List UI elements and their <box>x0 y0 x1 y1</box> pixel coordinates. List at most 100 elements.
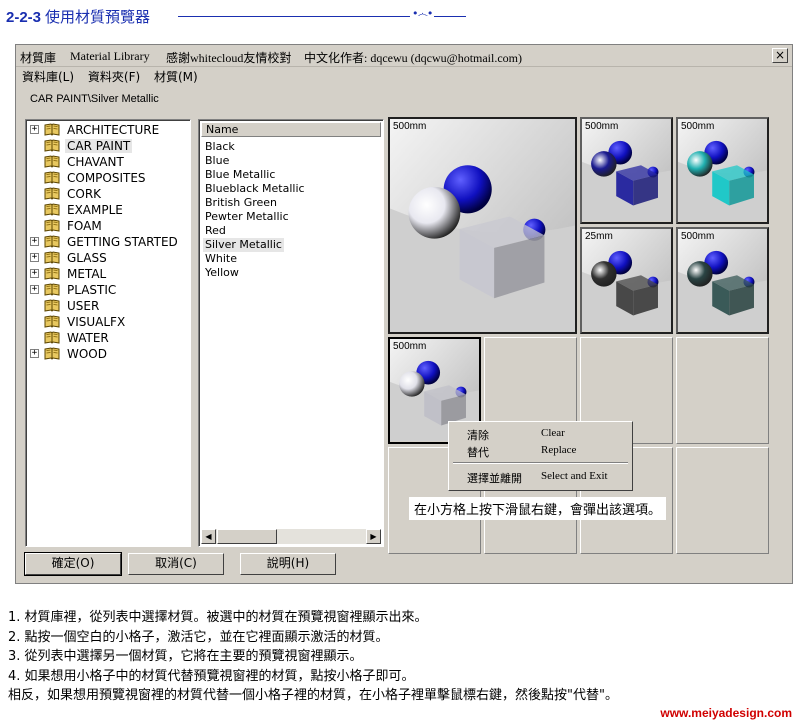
ok-button[interactable]: 確定(O) <box>24 552 122 576</box>
book-folder-icon <box>44 251 60 264</box>
book-folder-icon <box>44 235 60 248</box>
section-heading: 2-2-3 使用材質預覽器 <box>6 6 150 27</box>
cancel-button[interactable]: 取消(C) <box>128 553 224 575</box>
book-folder-icon <box>44 187 60 200</box>
empty-preview-slot[interactable] <box>676 447 769 554</box>
ornament-icon: •෴• <box>410 7 435 21</box>
context-menu-label-en: Clear <box>541 427 565 439</box>
material-list-item[interactable]: White <box>203 252 239 266</box>
menu-separator <box>453 462 628 464</box>
book-folder-icon <box>44 203 60 216</box>
preview-thumbnail[interactable]: 500mm <box>676 117 769 224</box>
material-list-item[interactable]: Blue <box>203 154 231 168</box>
main-preview-window[interactable]: 500mm <box>388 117 577 334</box>
context-menu: 清除 Clear 替代 Replace 選擇並離開 Select and Exit <box>448 421 633 491</box>
expand-plus-icon[interactable]: + <box>30 253 39 262</box>
book-folder-icon <box>44 315 60 328</box>
scroll-thumb[interactable] <box>217 529 277 544</box>
title-zh: 材質庫 <box>20 51 57 65</box>
tree-item-label: WOOD <box>67 347 107 361</box>
instruction-line: 4. 如果想用小格子中的材質代替預覽視窗裡的材質，點按小格子即可。 <box>8 668 415 684</box>
hint-caption: 在小方格上按下滑鼠右鍵，會彈出該選項。 <box>409 497 667 520</box>
preview-size-label: 500mm <box>393 121 427 132</box>
preview-size-label: 25mm <box>585 231 613 242</box>
preview-size-label: 500mm <box>393 341 427 352</box>
preview-size-label: 500mm <box>681 121 715 132</box>
expand-plus-icon[interactable]: + <box>30 349 39 358</box>
expand-plus-icon[interactable]: + <box>30 125 39 134</box>
material-list-item[interactable]: British Green <box>203 196 279 210</box>
material-path: CAR PAINT\Silver Metallic <box>30 93 159 105</box>
instruction-line: 1. 材質庫裡，從列表中選擇材質。被選中的材質在預覽視窗裡顯示出來。 <box>8 610 428 625</box>
title-en: Material Library <box>70 49 150 63</box>
section-number: 2-2-3 <box>6 9 42 26</box>
expand-plus-icon[interactable]: + <box>30 285 39 294</box>
material-list-item[interactable]: Black <box>203 140 237 154</box>
tree-item-label: PLASTIC <box>67 283 117 297</box>
book-folder-icon <box>44 347 60 360</box>
context-menu-label-zh: 替代 <box>467 446 489 459</box>
menu-folder[interactable]: 資料夾(F) <box>88 70 140 84</box>
close-icon: × <box>774 48 786 62</box>
tree-item-label: VISUALFX <box>67 315 126 329</box>
context-menu-label-en: Select and Exit <box>541 470 608 482</box>
context-menu-item[interactable]: 清除 Clear <box>449 427 632 443</box>
preview-thumbnail[interactable]: 25mm <box>580 227 673 334</box>
tree-item-label: METAL <box>67 267 107 281</box>
preview-size-label: 500mm <box>585 121 619 132</box>
book-folder-icon <box>44 219 60 232</box>
close-button[interactable]: × <box>772 48 788 63</box>
horizontal-scrollbar[interactable]: ◀ ▶ <box>201 529 381 544</box>
menu-library[interactable]: 資料庫(L) <box>22 70 74 84</box>
tree-item-label: COMPOSITES <box>67 171 146 185</box>
window-titlebar: 材質庫 Material Library 感謝whitecloud友情校對 中文… <box>16 45 792 67</box>
book-folder-icon <box>44 283 60 296</box>
help-button[interactable]: 說明(H) <box>240 553 336 575</box>
name-column-header[interactable]: Name <box>201 122 381 137</box>
material-list-item[interactable]: Red <box>203 224 228 238</box>
section-title: 使用材質預覽器 <box>45 8 151 26</box>
material-library-window: 材質庫 Material Library 感謝whitecloud友情校對 中文… <box>15 44 793 584</box>
context-menu-label-en: Replace <box>541 444 577 456</box>
tree-item-label: CORK <box>67 187 102 201</box>
tree-item-label: USER <box>67 299 100 313</box>
menu-bar: 資料庫(L) 資料夾(F) 材質(M) <box>22 68 208 86</box>
folder-tree[interactable]: + ARCHITECTURE CAR PAINT CHAVANT COMPOSITES C… <box>25 119 191 547</box>
book-folder-icon <box>44 139 60 152</box>
scroll-left-arrow-icon[interactable]: ◀ <box>201 529 216 544</box>
tree-item-label: CAR PAINT <box>65 139 133 153</box>
expand-plus-icon[interactable]: + <box>30 237 39 246</box>
scroll-right-arrow-icon[interactable]: ▶ <box>366 529 381 544</box>
tree-item-label: ARCHITECTURE <box>67 123 160 137</box>
context-menu-label-zh: 清除 <box>467 429 489 442</box>
book-folder-icon <box>44 171 60 184</box>
title-author: 中文化作者: dqcewu (dqcwu@hotmail.com) <box>304 51 523 65</box>
expand-plus-icon[interactable]: + <box>30 269 39 278</box>
context-menu-item[interactable]: 選擇並離開 Select and Exit <box>449 470 632 486</box>
tree-item-label: CHAVANT <box>67 155 124 169</box>
title-thanks: 感謝whitecloud友情校對 <box>166 51 292 65</box>
context-menu-item[interactable]: 替代 Replace <box>449 444 632 460</box>
instruction-line: 3. 從列表中選擇另一個材質，它將在主要的預覽視窗裡顯示。 <box>8 649 363 664</box>
tree-item-label: WATER <box>67 331 109 345</box>
material-name-list[interactable]: Name ◀ ▶ Black Blue Blue Metallic Blueblack… <box>198 119 384 547</box>
menu-material[interactable]: 材質(M) <box>154 70 198 84</box>
material-list-item[interactable]: Blue Metallic <box>203 168 277 182</box>
material-list-item[interactable]: Blueblack Metallic <box>203 182 307 196</box>
material-list-item[interactable]: Pewter Metallic <box>203 210 291 224</box>
book-folder-icon <box>44 267 60 280</box>
preview-thumbnail[interactable]: 500mm <box>676 227 769 334</box>
instruction-line: 2. 點按一個空白的小格子，激活它，並在它裡面顯示激活的材質。 <box>8 629 389 645</box>
tree-item-label: GETTING STARTED <box>67 235 178 249</box>
preview-thumbnail[interactable]: 500mm <box>580 117 673 224</box>
book-folder-icon <box>44 123 60 136</box>
book-folder-icon <box>44 331 60 344</box>
material-list-item[interactable]: Yellow <box>203 266 241 280</box>
empty-preview-slot[interactable] <box>676 337 769 444</box>
material-list-item[interactable]: Silver Metallic <box>203 238 284 252</box>
watermark: www.meiyadesign.com <box>660 706 792 720</box>
context-menu-label-zh: 選擇並離開 <box>467 472 522 485</box>
instruction-line: 相反，如果想用預覽視窗裡的材質代替一個小格子裡的材質，在小格子裡單擊鼠標右鍵，然… <box>8 688 618 703</box>
preview-size-label: 500mm <box>681 231 715 242</box>
instruction-steps: 1. 材質庫裡，從列表中選擇材質。被選中的材質在預覽視窗裡顯示出來。 2. 點按… <box>8 608 618 706</box>
